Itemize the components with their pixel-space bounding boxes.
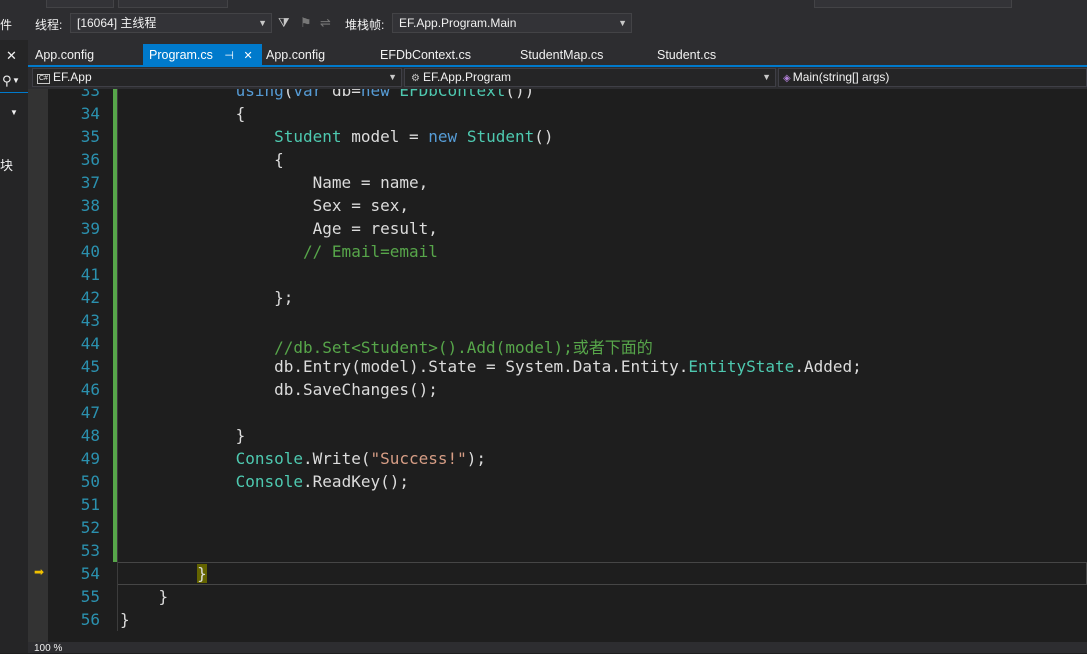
thread-combo[interactable]: [16064] 主线程 ▼: [70, 13, 272, 33]
search-icon[interactable]: ⚲: [2, 73, 12, 89]
type-combo[interactable]: ⚙ EF.App.Program ▼: [404, 68, 776, 87]
tab-label: StudentMap.cs: [520, 48, 604, 62]
tab-label: App.config: [35, 48, 95, 62]
chevron-down-icon: ▼: [762, 72, 771, 82]
tab-label: Program.cs: [149, 48, 213, 62]
project-name: EF.App: [52, 70, 92, 84]
tab-label: EFDbContext.cs: [380, 48, 472, 62]
panel-text-fragment: 块: [0, 158, 14, 173]
tab-label: Student.cs: [657, 48, 717, 62]
tab-student-cs[interactable]: Student.cs: [657, 44, 716, 67]
thread-icon[interactable]: ⇌: [320, 15, 331, 31]
chevron-down-icon: ▼: [258, 18, 267, 28]
chevron-down-icon: ▼: [388, 72, 397, 82]
tab-studentmap-cs[interactable]: StudentMap.cs: [520, 44, 603, 67]
thread-value: [16064] 主线程: [77, 16, 157, 30]
close-icon[interactable]: ✕: [243, 50, 252, 62]
zoom-level[interactable]: 100 %: [34, 643, 62, 654]
pin-icon[interactable]: ⊣: [224, 50, 234, 62]
indicator-margin: [28, 89, 48, 642]
chevron-down-icon: ▼: [618, 18, 627, 28]
search-underline: [0, 92, 28, 93]
tab-app-config[interactable]: App.config: [35, 44, 94, 67]
close-icon[interactable]: ✕: [6, 48, 17, 64]
thread-label: 线程:: [35, 18, 63, 32]
tab-app-config-2[interactable]: App.config: [266, 44, 325, 67]
stackframe-combo[interactable]: EF.App.Program.Main ▼: [392, 13, 632, 33]
left-tool-window: [0, 40, 28, 653]
tab-efdbcontext-cs[interactable]: EFDbContext.cs: [380, 44, 471, 67]
filter-icon[interactable]: ⧩: [278, 15, 290, 31]
platform-combo[interactable]: [118, 0, 228, 8]
csharp-icon: C#: [37, 74, 50, 84]
member-combo[interactable]: ◈ Main(string[] args): [778, 68, 1087, 87]
toolbar-cut-label: 件: [0, 18, 13, 32]
stackframe-label: 堆栈帧:: [345, 18, 385, 32]
quick-launch-input[interactable]: [814, 0, 1012, 8]
configuration-combo[interactable]: [46, 0, 114, 8]
flag-icon[interactable]: ⚑: [300, 15, 312, 31]
tab-program-cs[interactable]: Program.cs ⊣ ✕: [143, 44, 262, 67]
class-icon: ⚙: [411, 73, 420, 84]
tab-label: App.config: [266, 48, 326, 62]
chevron-down-icon[interactable]: ▼: [12, 76, 20, 85]
type-name: EF.App.Program: [422, 70, 512, 84]
editor-status-bar: [28, 642, 1087, 653]
project-combo[interactable]: C# EF.App ▼: [32, 68, 402, 87]
member-name: Main(string[] args): [792, 70, 890, 84]
code-editor[interactable]: [28, 89, 1087, 642]
chevron-down-icon[interactable]: ▼: [10, 108, 18, 117]
method-icon: ◈: [783, 73, 791, 84]
stackframe-value: EF.App.Program.Main: [399, 16, 517, 30]
